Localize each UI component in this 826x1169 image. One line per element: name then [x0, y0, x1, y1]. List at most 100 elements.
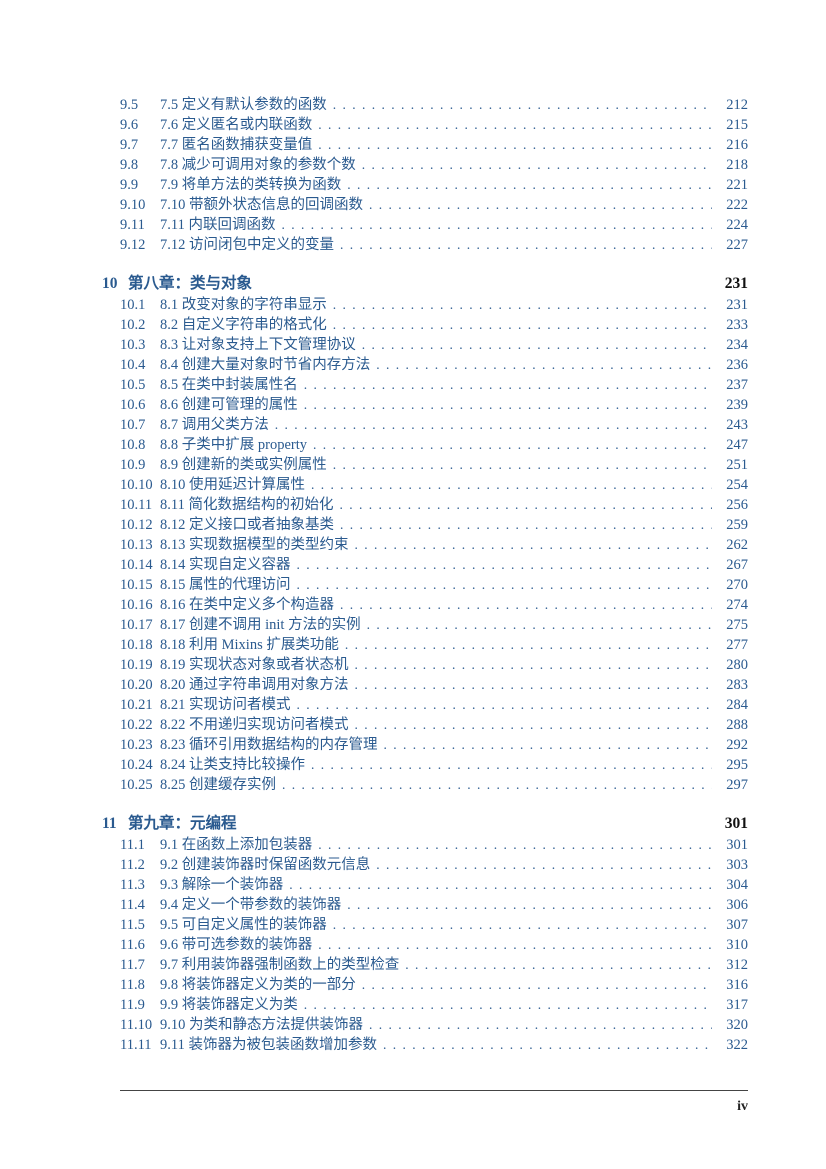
entry-title: 7.11 内联回调函数: [160, 215, 275, 235]
entry-index: 11.2: [120, 855, 160, 875]
toc-entry[interactable]: 9.107.10 带额外状态信息的回调函数 . . . . . . . . . …: [120, 195, 748, 215]
toc-entry[interactable]: 10.238.23 循环引用数据结构的内存管理 . . . . . . . . …: [120, 735, 748, 755]
toc-entry[interactable]: 11.49.4 定义一个带参数的装饰器 . . . . . . . . . . …: [120, 895, 748, 915]
entry-title: 8.21 实现访问者模式: [160, 695, 291, 715]
toc-entry[interactable]: 10.58.5 在类中封装属性名 . . . . . . . . . . . .…: [120, 375, 748, 395]
entry-page: 221: [718, 175, 748, 195]
entry-index: 9.10: [120, 195, 160, 215]
entry-page: 227: [718, 235, 748, 255]
leader-dots: . . . . . . . . . . . . . . . . . . . . …: [405, 955, 712, 975]
toc-entry[interactable]: 11.109.10 为类和静态方法提供装饰器 . . . . . . . . .…: [120, 1015, 748, 1035]
toc-entry[interactable]: 10.78.7 调用父类方法 . . . . . . . . . . . . .…: [120, 415, 748, 435]
entry-title: 8.2 自定义字符串的格式化: [160, 315, 327, 335]
toc-entry[interactable]: 10.228.22 不用递归实现访问者模式 . . . . . . . . . …: [120, 715, 748, 735]
leader-dots: . . . . . . . . . . . . . . . . . . . . …: [362, 155, 712, 175]
entry-page: 317: [718, 995, 748, 1015]
entry-page: 251: [718, 455, 748, 475]
toc-entry[interactable]: 10.258.25 创建缓存实例 . . . . . . . . . . . .…: [120, 775, 748, 795]
entry-page: 322: [718, 1035, 748, 1055]
entry-page: 212: [718, 95, 748, 115]
toc-entry[interactable]: 10.48.4 创建大量对象时节省内存方法 . . . . . . . . . …: [120, 355, 748, 375]
toc-entry[interactable]: 11.119.11 装饰器为被包装函数增加参数 . . . . . . . . …: [120, 1035, 748, 1055]
toc-entry[interactable]: 9.87.8 减少可调用对象的参数个数 . . . . . . . . . . …: [120, 155, 748, 175]
entry-index: 10.9: [120, 455, 160, 475]
entry-title: 7.9 将单方法的类转换为函数: [160, 175, 341, 195]
toc-entry[interactable]: 9.97.9 将单方法的类转换为函数 . . . . . . . . . . .…: [120, 175, 748, 195]
leader-dots: . . . . . . . . . . . . . . . . . . . . …: [297, 555, 713, 575]
entry-title: 8.9 创建新的类或实例属性: [160, 455, 327, 475]
leader-dots: . . . . . . . . . . . . . . . . . . . . …: [313, 435, 712, 455]
toc-entry[interactable]: 9.57.5 定义有默认参数的函数 . . . . . . . . . . . …: [120, 95, 748, 115]
toc-entry[interactable]: 10.168.16 在类中定义多个构造器 . . . . . . . . . .…: [120, 595, 748, 615]
chapter-title: 第八章：类与对象: [128, 271, 252, 293]
entry-page: 256: [718, 495, 748, 515]
toc-entry[interactable]: 10.218.21 实现访问者模式 . . . . . . . . . . . …: [120, 695, 748, 715]
entry-page: 247: [718, 435, 748, 455]
leader-dots: . . . . . . . . . . . . . . . . . . . . …: [362, 335, 712, 355]
leader-dots: . . . . . . . . . . . . . . . . . . . . …: [340, 515, 712, 535]
toc-entry[interactable]: 10.138.13 实现数据模型的类型约束 . . . . . . . . . …: [120, 535, 748, 555]
toc-entry[interactable]: 10.148.14 实现自定义容器 . . . . . . . . . . . …: [120, 555, 748, 575]
toc-entry[interactable]: 10.98.9 创建新的类或实例属性 . . . . . . . . . . .…: [120, 455, 748, 475]
entry-index: 11.4: [120, 895, 160, 915]
toc-entry[interactable]: 11.39.3 解除一个装饰器 . . . . . . . . . . . . …: [120, 875, 748, 895]
toc-entry[interactable]: 10.108.10 使用延迟计算属性 . . . . . . . . . . .…: [120, 475, 748, 495]
toc-entry[interactable]: 11.59.5 可自定义属性的装饰器 . . . . . . . . . . .…: [120, 915, 748, 935]
toc-entry[interactable]: 9.77.7 匿名函数捕获变量值 . . . . . . . . . . . .…: [120, 135, 748, 155]
toc-entry[interactable]: 10.128.12 定义接口或者抽象基类 . . . . . . . . . .…: [120, 515, 748, 535]
toc-entry[interactable]: 11.29.2 创建装饰器时保留函数元信息 . . . . . . . . . …: [120, 855, 748, 875]
toc-entry[interactable]: 10.68.6 创建可管理的属性 . . . . . . . . . . . .…: [120, 395, 748, 415]
toc-entry[interactable]: 10.88.8 子类中扩展 property . . . . . . . . .…: [120, 435, 748, 455]
entry-title: 8.11 简化数据结构的初始化: [160, 495, 333, 515]
entry-page: 306: [718, 895, 748, 915]
toc-entry[interactable]: 11.99.9 将装饰器定义为类 . . . . . . . . . . . .…: [120, 995, 748, 1015]
entry-page: 234: [718, 335, 748, 355]
toc-entry[interactable]: 9.127.12 访问闭包中定义的变量 . . . . . . . . . . …: [120, 235, 748, 255]
entry-title: 9.2 创建装饰器时保留函数元信息: [160, 855, 370, 875]
toc-entry[interactable]: 10.38.3 让对象支持上下文管理协议 . . . . . . . . . .…: [120, 335, 748, 355]
entry-title: 7.12 访问闭包中定义的变量: [160, 235, 334, 255]
toc-entry[interactable]: 10.18.1 改变对象的字符串显示 . . . . . . . . . . .…: [120, 295, 748, 315]
entry-title: 8.6 创建可管理的属性: [160, 395, 298, 415]
leader-dots: . . . . . . . . . . . . . . . . . . . . …: [333, 455, 712, 475]
toc-entry[interactable]: 10.198.19 实现状态对象或者状态机 . . . . . . . . . …: [120, 655, 748, 675]
entry-title: 8.12 定义接口或者抽象基类: [160, 515, 334, 535]
entry-index: 10.3: [120, 335, 160, 355]
entry-index: 9.9: [120, 175, 160, 195]
entry-page: 304: [718, 875, 748, 895]
entry-title: 9.3 解除一个装饰器: [160, 875, 283, 895]
leader-dots: . . . . . . . . . . . . . . . . . . . . …: [355, 715, 713, 735]
entry-index: 10.11: [120, 495, 160, 515]
entry-index: 10.6: [120, 395, 160, 415]
chapter-heading[interactable]: 10第八章：类与对象231: [102, 271, 748, 293]
toc-entry[interactable]: 11.89.8 将装饰器定义为类的一部分 . . . . . . . . . .…: [120, 975, 748, 995]
toc-entry[interactable]: 10.188.18 利用 Mixins 扩展类功能 . . . . . . . …: [120, 635, 748, 655]
entry-index: 10.23: [120, 735, 160, 755]
toc-entry[interactable]: 9.117.11 内联回调函数 . . . . . . . . . . . . …: [120, 215, 748, 235]
leader-dots: . . . . . . . . . . . . . . . . . . . . …: [333, 95, 712, 115]
toc-entry[interactable]: 10.118.11 简化数据结构的初始化 . . . . . . . . . .…: [120, 495, 748, 515]
entry-index: 11.1: [120, 835, 160, 855]
toc-entry[interactable]: 10.158.15 属性的代理访问 . . . . . . . . . . . …: [120, 575, 748, 595]
entry-index: 10.1: [120, 295, 160, 315]
chapter-heading[interactable]: 11第九章：元编程301: [102, 811, 748, 833]
entry-title: 8.17 创建不调用 init 方法的实例: [160, 615, 361, 635]
toc-entry[interactable]: 10.208.20 通过字符串调用对象方法 . . . . . . . . . …: [120, 675, 748, 695]
entry-title: 7.8 减少可调用对象的参数个数: [160, 155, 356, 175]
toc-entry[interactable]: 9.67.6 定义匿名或内联函数 . . . . . . . . . . . .…: [120, 115, 748, 135]
toc-entry[interactable]: 10.248.24 让类支持比较操作 . . . . . . . . . . .…: [120, 755, 748, 775]
entry-title: 8.1 改变对象的字符串显示: [160, 295, 327, 315]
entry-index: 10.8: [120, 435, 160, 455]
toc-entry[interactable]: 11.19.1 在函数上添加包装器 . . . . . . . . . . . …: [120, 835, 748, 855]
toc-entry[interactable]: 10.28.2 自定义字符串的格式化 . . . . . . . . . . .…: [120, 315, 748, 335]
toc-entry[interactable]: 11.69.6 带可选参数的装饰器 . . . . . . . . . . . …: [120, 935, 748, 955]
toc-entry[interactable]: 11.79.7 利用装饰器强制函数上的类型检查 . . . . . . . . …: [120, 955, 748, 975]
entry-index: 10.22: [120, 715, 160, 735]
entry-title: 7.5 定义有默认参数的函数: [160, 95, 327, 115]
toc-group: 9.57.5 定义有默认参数的函数 . . . . . . . . . . . …: [120, 95, 748, 255]
entry-page: 301: [718, 835, 748, 855]
entry-page: 310: [718, 935, 748, 955]
toc-entry[interactable]: 10.178.17 创建不调用 init 方法的实例 . . . . . . .…: [120, 615, 748, 635]
toc-page: 9.57.5 定义有默认参数的函数 . . . . . . . . . . . …: [0, 0, 826, 1115]
entry-title: 9.1 在函数上添加包装器: [160, 835, 312, 855]
